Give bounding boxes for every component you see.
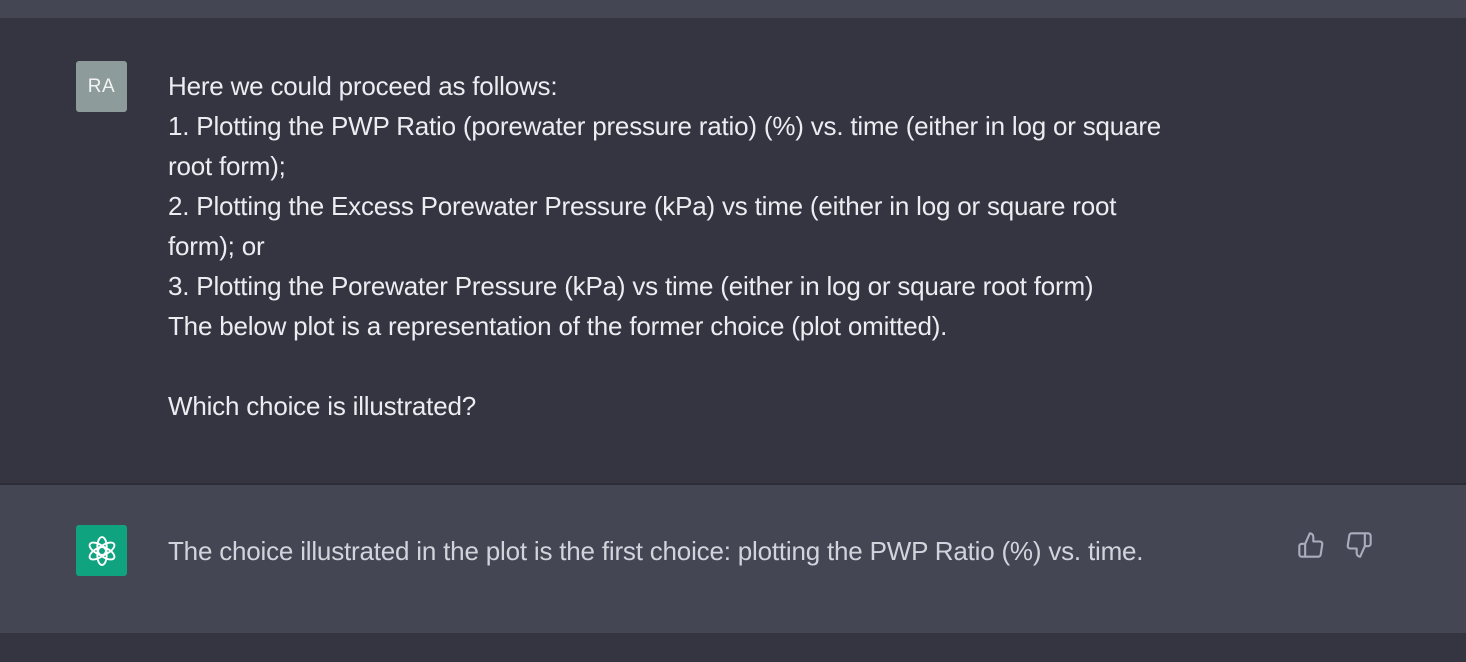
user-message-line: Here we could proceed as follows:: [168, 71, 558, 101]
thumbs-down-button[interactable]: [1344, 530, 1374, 560]
assistant-message: The choice illustrated in the plot is th…: [0, 485, 1466, 633]
thumbs-up-icon: [1298, 532, 1324, 558]
user-message: RA Here we could proceed as follows: 1. …: [0, 18, 1466, 483]
previous-message-strip: [0, 0, 1466, 18]
user-avatar: RA: [76, 61, 127, 112]
openai-logo-icon: [76, 525, 127, 576]
user-message-line: root form);: [168, 151, 286, 181]
user-message-line: Which choice is illustrated?: [168, 391, 476, 421]
thumbs-down-icon: [1346, 532, 1372, 558]
user-message-line: 1. Plotting the PWP Ratio (porewater pre…: [168, 111, 1162, 141]
user-message-line: [168, 346, 1248, 386]
user-message-line: 2. Plotting the Excess Porewater Pressur…: [168, 191, 1117, 221]
thumbs-up-button[interactable]: [1296, 530, 1326, 560]
next-message-strip: [0, 633, 1466, 662]
user-message-line: form); or: [168, 231, 265, 261]
user-message-text: Here we could proceed as follows: 1. Plo…: [168, 66, 1248, 426]
user-message-line: The below plot is a representation of th…: [168, 311, 948, 341]
user-message-line: 3. Plotting the Porewater Pressure (kPa)…: [168, 271, 1094, 301]
assistant-message-text: The choice illustrated in the plot is th…: [168, 536, 1144, 566]
